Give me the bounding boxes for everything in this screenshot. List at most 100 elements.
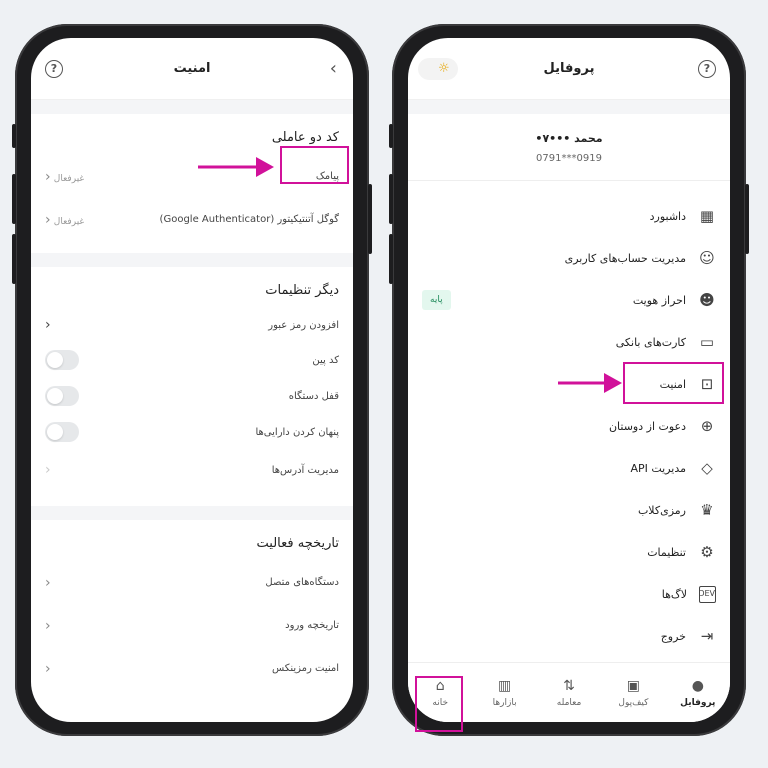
activity-history-section: تاریخچه فعالیت دستگاه‌های متصل ‹ تاریخچه… [31,520,353,690]
pin-code-row: کد پین [45,342,339,378]
section-gap [31,506,353,520]
section-gap [31,100,353,114]
profile-header: محمد •••۷• 0919***0791 [408,114,730,181]
device-lock-toggle[interactable] [45,386,79,406]
grid-icon: ▦ [699,207,715,225]
menu-item-club[interactable]: ♛ رمزی‌کلاب [408,489,730,531]
row-label: قفل دستگاه [288,390,339,402]
phone-frame-left: › امنیت ? کد دو عاملی پیامک غیرفعال ‹ گو… [12,24,372,736]
menu-item-kyc[interactable]: ☻ احراز هویت پایه [408,279,730,321]
menu-label: داشبورد [649,209,686,223]
profile-icon: ● [691,677,704,694]
pin-code-toggle[interactable] [45,350,79,370]
google-auth-row[interactable]: گوگل آتنتیکیتور (Google Authenticator) غ… [45,198,339,241]
nav-label: معامله [556,697,582,708]
nav-item-markets[interactable]: ▥ بازارها [475,678,535,708]
chart-icon: ▥ [498,677,512,694]
chevron-left-icon: ‹ [45,168,51,185]
hide-assets-row: پنهان کردن دارایی‌ها [45,414,339,450]
phone-side-button [389,124,393,148]
connected-devices-row[interactable]: دستگاه‌های متصل ‹ [45,561,339,604]
menu-item-dashboard[interactable]: ▦ داشبورد [408,195,730,237]
menu-item-accounts[interactable]: ☺ مدیریت حساب‌های کاربری [408,237,730,279]
row-label: دستگاه‌های متصل [265,577,339,588]
menu-label: لاگ‌ها [661,587,687,601]
chevron-left-icon: ‹ [45,462,51,478]
user-plus-icon: ⊕ [700,417,714,435]
help-icon[interactable]: ? [45,60,63,78]
code-icon: ◇ [701,459,713,477]
menu-label: رمزی‌کلاب [637,503,686,517]
menu-item-settings[interactable]: ⚙ تنظیمات [408,531,730,573]
sms-highlight-box [280,146,349,184]
hide-assets-toggle[interactable] [45,422,79,442]
login-history-row[interactable]: تاریخچه ورود ‹ [45,604,339,647]
wallet-icon: ▣ [626,677,641,694]
menu-item-api[interactable]: ◇ مدیریت API [408,447,730,489]
menu-label: تنظیمات [647,545,686,559]
phone-side-button [12,174,16,224]
arrow-right-icon [558,373,622,393]
ramzinex-security-row[interactable]: امنیت رمزینکس ‹ [45,647,339,690]
top-bar: پروفایل ? ☼ [408,38,730,100]
nav-item-wallet[interactable]: ▣ کیف‌پول [603,678,663,708]
phone-side-button [368,184,372,254]
card-icon: ▭ [699,333,715,351]
row-label: تاریخچه ورود [285,620,339,631]
menu-label: احراز هویت [632,293,686,307]
chevron-right-icon[interactable]: › [330,60,337,78]
top-bar: › امنیت ? [31,38,353,100]
phone-side-button [12,234,16,284]
security-screen: › امنیت ? کد دو عاملی پیامک غیرفعال ‹ گو… [31,38,353,722]
row-label: افزودن رمز عبور [268,319,339,331]
page-title: امنیت [173,61,211,76]
section-gap [408,100,730,114]
chevron-left-icon: ‹ [45,617,51,634]
menu-label: دعوت از دوستان [608,419,686,433]
exchange-icon: ⇅ [563,677,575,694]
add-password-row[interactable]: افزودن رمز عبور ‹ [45,308,339,342]
security-highlight-box [623,362,724,404]
menu-item-logs[interactable]: DEV لاگ‌ها [408,573,730,615]
trophy-icon: ♛ [700,501,714,519]
profile-name: محمد •••۷• [535,132,603,145]
menu-label: خروج [660,629,686,643]
chevron-left-icon: ‹ [45,660,51,677]
row-label: گوگل آتنتیکیتور (Google Authenticator) [159,214,339,225]
profile-phone: 0919***0791 [536,153,602,164]
chevron-left-icon: ‹ [45,317,51,333]
other-settings-section: دیگر تنظیمات افزودن رمز عبور ‹ کد پین قف… [31,267,353,490]
status-badge: پایه [422,290,451,310]
phone-side-button [12,124,16,148]
phone-side-button [389,174,393,224]
dev-icon: DEV [698,585,716,603]
menu-item-bank-cards[interactable]: ▭ کارت‌های بانکی [408,321,730,363]
menu-label: کارت‌های بانکی [615,335,686,349]
row-label: کد پین [312,354,339,366]
phone-side-button [745,184,749,254]
row-label: پنهان کردن دارایی‌ها [255,426,339,438]
address-management-row[interactable]: مدیریت آدرس‌ها ‹ [45,450,339,490]
device-lock-row: قفل دستگاه [45,378,339,414]
arrow-right-icon [198,157,274,177]
nav-label: بازارها [492,697,517,708]
menu-item-invite[interactable]: ⊕ دعوت از دوستان [408,405,730,447]
page-title: پروفایل [543,61,595,76]
nav-label: پروفایل [680,697,716,708]
theme-toggle-sun-icon[interactable]: ☼ [418,58,458,80]
user-icon: ☺ [699,249,715,267]
section-title: تاریخچه فعالیت [256,536,339,551]
menu-item-logout[interactable]: ⇥ خروج [408,615,730,657]
section-title: دیگر تنظیمات [265,283,339,298]
profile-tab-highlight-box [415,676,463,732]
help-icon[interactable]: ? [698,60,716,78]
nav-item-trade[interactable]: ⇅ معامله [539,678,599,708]
gear-icon: ⚙ [700,543,714,561]
logout-icon: ⇥ [700,627,714,645]
status-text: غیرفعال [53,216,85,227]
row-label: امنیت رمزینکس [272,663,339,674]
menu-label: مدیریت API [630,461,686,475]
chevron-left-icon: ‹ [45,574,51,591]
nav-item-profile[interactable]: ● پروفایل [668,678,728,708]
